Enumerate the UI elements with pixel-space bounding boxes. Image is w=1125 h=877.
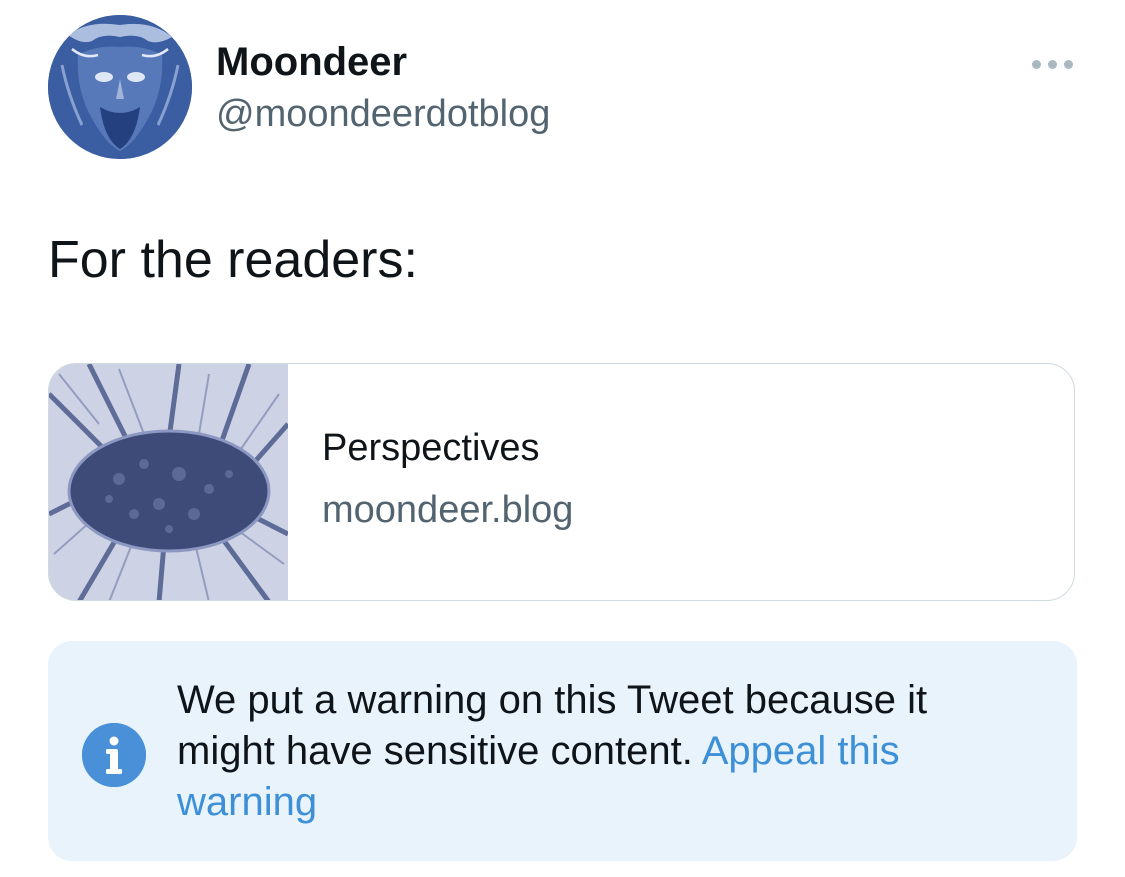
ellipsis-icon <box>1031 59 1041 69</box>
author-handle[interactable]: @moondeerdotblog <box>216 92 550 136</box>
link-card-thumbnail <box>49 364 288 600</box>
info-icon <box>82 723 146 787</box>
link-card-domain: moondeer.blog <box>322 489 574 531</box>
warning-text: We put a warning on this Tweet because i… <box>177 675 1007 828</box>
author-display-name[interactable]: Moondeer <box>216 40 407 84</box>
link-preview-card[interactable]: Perspectives moondeer.blog <box>48 363 1075 601</box>
link-card-title: Perspectives <box>322 427 540 469</box>
tweet-text: For the readers: <box>48 231 418 289</box>
ellipsis-icon <box>1047 59 1057 69</box>
bearded-face-avatar-icon <box>48 15 192 159</box>
ellipsis-icon <box>1063 59 1073 69</box>
looking-up-through-trees-thumbnail-icon <box>49 364 288 600</box>
author-avatar[interactable] <box>48 15 192 159</box>
sensitive-content-notice: We put a warning on this Tweet because i… <box>48 641 1077 861</box>
more-options-button[interactable] <box>1024 50 1080 78</box>
